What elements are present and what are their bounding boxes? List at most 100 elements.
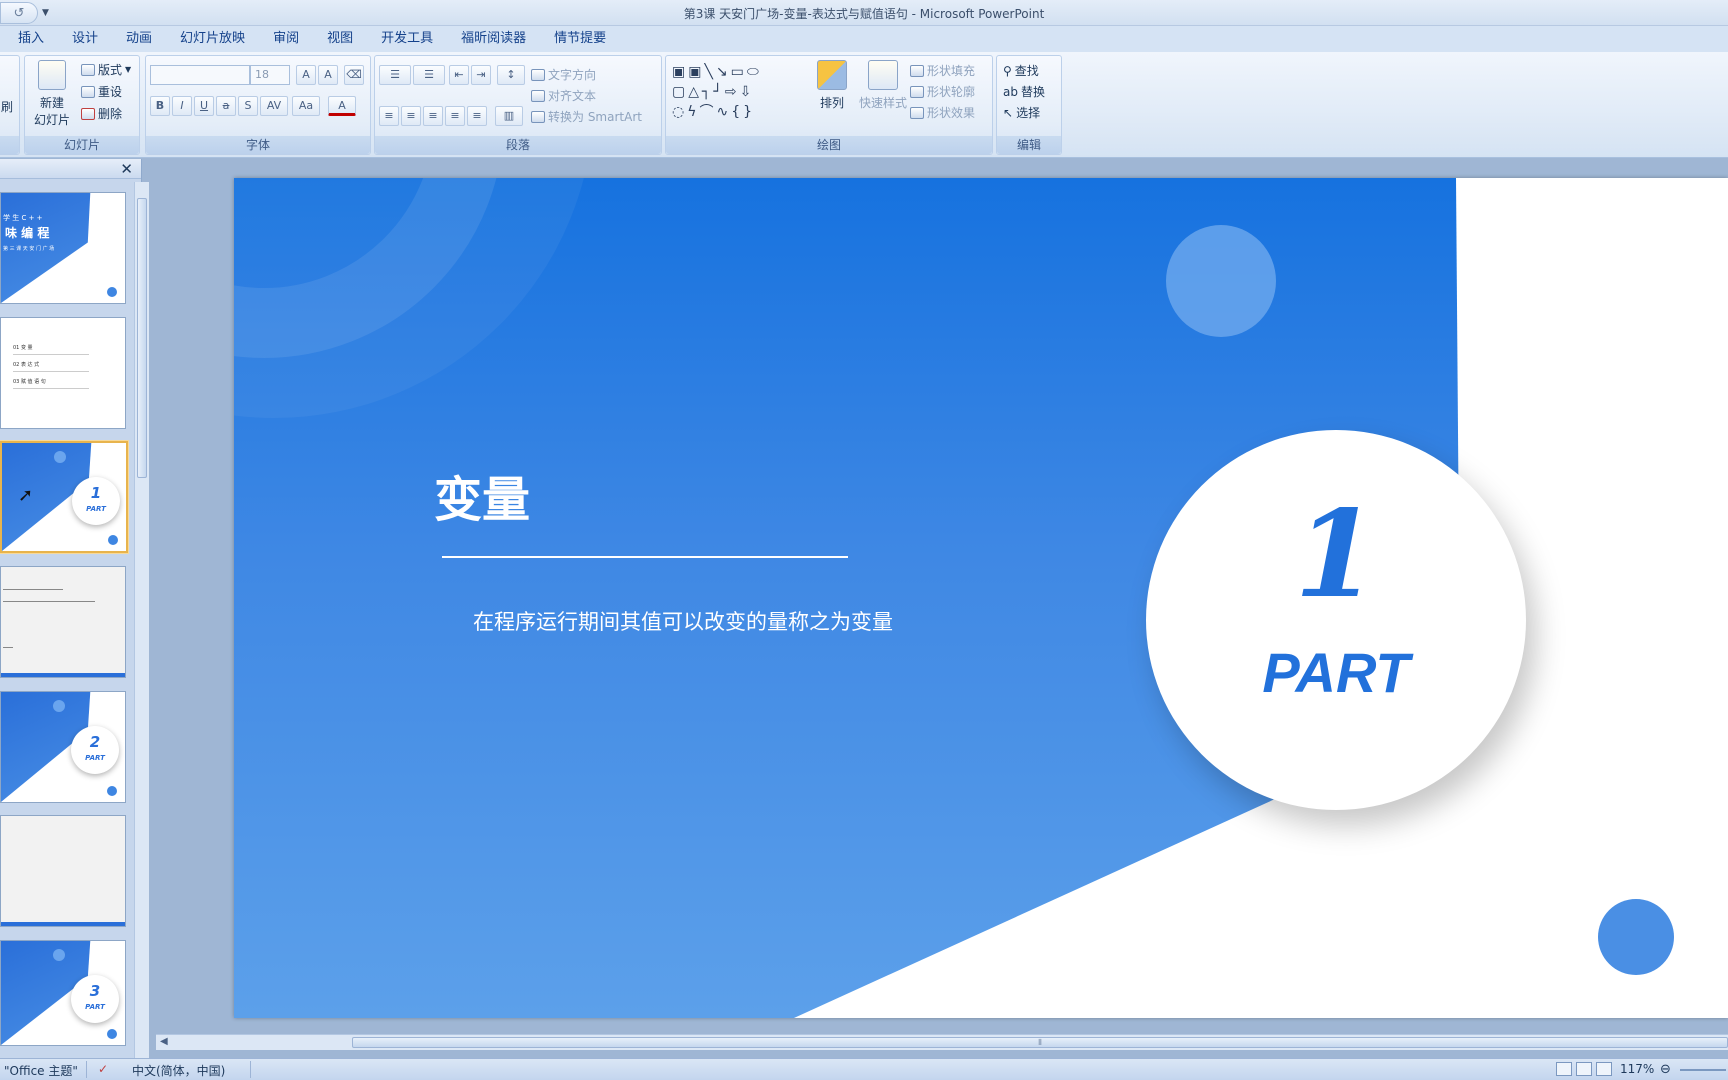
tab-storyboard[interactable]: 情节提要 — [540, 26, 620, 52]
distributed-icon[interactable]: ≡ — [467, 106, 487, 126]
thumb5-part-circle: 2 PART — [71, 726, 119, 774]
slide-thumbnail-3[interactable]: 1 PART ➚ — [0, 441, 128, 553]
numbering-icon[interactable]: ☰ — [413, 65, 445, 85]
font-color-icon[interactable]: A — [328, 96, 356, 116]
spellcheck-icon[interactable]: ✓ — [98, 1062, 108, 1076]
arrange-button[interactable]: 排列 — [810, 60, 854, 111]
font-size-field[interactable]: 18 — [250, 65, 290, 85]
slide-heading[interactable]: 变量 — [434, 460, 530, 530]
strikethrough-icon[interactable]: a — [216, 96, 236, 116]
tab-design[interactable]: 设计 — [58, 26, 112, 52]
lightning-shape-icon[interactable]: ϟ — [687, 104, 699, 120]
wave-shape-icon[interactable]: ∿ — [716, 104, 731, 120]
align-right-icon[interactable]: ≡ — [423, 106, 443, 126]
new-slide-button[interactable]: 新建 幻灯片 — [27, 60, 77, 128]
shape-effects-button[interactable]: 形状效果 — [910, 104, 975, 121]
oval-shape-icon[interactable]: ⬭ — [747, 64, 762, 80]
slide-sorter-view-icon[interactable] — [1576, 1062, 1592, 1076]
bullets-icon[interactable]: ☰ — [379, 65, 411, 85]
tab-developer[interactable]: 开发工具 — [367, 26, 447, 52]
normal-view-icon[interactable] — [1556, 1062, 1572, 1076]
align-center-icon[interactable]: ≡ — [401, 106, 421, 126]
tab-slideshow[interactable]: 幻灯片放映 — [166, 26, 259, 52]
slide-thumbnail-1[interactable]: 学 生 C + + 味 编 程 第 三 课 天 安 门 广 场 — [0, 192, 126, 304]
close-pane-icon[interactable]: ✕ — [120, 160, 133, 178]
quick-styles-button[interactable]: 快速样式 — [856, 60, 910, 111]
select-button[interactable]: ↖ 选择 — [1003, 104, 1040, 121]
slide-thumbnail-5[interactable]: 2 PART — [0, 691, 126, 803]
zoom-level[interactable]: 117% — [1620, 1062, 1654, 1076]
tab-view[interactable]: 视图 — [313, 26, 367, 52]
right-brace-shape-icon[interactable]: } — [743, 104, 755, 120]
justify-icon[interactable]: ≡ — [445, 106, 465, 126]
freeform-shape-icon[interactable]: ◌ — [672, 104, 687, 120]
find-label: 查找 — [1014, 64, 1039, 78]
vtextbox-shape-icon[interactable]: ▣ — [688, 64, 704, 80]
left-brace-shape-icon[interactable]: { — [731, 104, 743, 120]
find-button[interactable]: ⚲ 查找 — [1003, 62, 1039, 79]
part-circle[interactable]: 1 PART — [1146, 430, 1526, 810]
textbox-shape-icon[interactable]: ▣ — [672, 64, 688, 80]
slide-subtitle[interactable]: 在程序运行期间其值可以改变的量称之为变量 — [473, 606, 893, 636]
align-left-icon[interactable]: ≡ — [379, 106, 399, 126]
rounded-rect-shape-icon[interactable]: ▢ — [672, 84, 688, 100]
increase-indent-icon[interactable]: ⇥ — [471, 65, 491, 85]
down-arrow-shape-icon[interactable]: ⇩ — [740, 84, 755, 100]
tab-insert[interactable]: 插入 — [0, 26, 58, 52]
font-name-field[interactable] — [150, 65, 250, 85]
slides-group: 新建 幻灯片 版式 ▼ 重设 删除 幻灯片 — [24, 55, 140, 155]
shape-outline-button[interactable]: 形状轮廓 — [910, 83, 975, 100]
reset-button[interactable]: 重设 — [81, 83, 122, 100]
arrow-shape-icon[interactable]: ↘ — [716, 64, 731, 80]
convert-smartart-button[interactable]: 转换为 SmartArt — [531, 108, 642, 125]
shrink-font-icon[interactable]: A — [318, 65, 338, 85]
rectangle-shape-icon[interactable]: ▭ — [731, 64, 747, 80]
shadow-icon[interactable]: S — [238, 96, 258, 116]
shape-fill-button[interactable]: 形状填充 — [910, 62, 975, 79]
status-bar: "Office 主题" ✓ 中文(简体，中国) 117% ⊖ — [0, 1058, 1728, 1080]
arc-shape-icon[interactable]: ⌒ — [699, 104, 716, 120]
connector-shape-icon[interactable]: ┐ — [702, 84, 713, 100]
elbow-shape-icon[interactable]: ┘ — [713, 84, 724, 100]
change-case-icon[interactable]: Aa — [292, 96, 320, 116]
slide-thumbnail-4[interactable] — [0, 566, 126, 678]
clear-format-icon[interactable]: ⌫ — [344, 65, 364, 85]
decrease-indent-icon[interactable]: ⇤ — [449, 65, 469, 85]
align-text-button[interactable]: 对齐文本 — [531, 87, 596, 104]
slide-thumbnail-7[interactable]: 3 PART — [0, 940, 126, 1046]
tab-animations[interactable]: 动画 — [112, 26, 166, 52]
replace-button[interactable]: ab 替换 — [1003, 83, 1045, 100]
slide-thumbnail-6[interactable] — [0, 815, 126, 927]
slide-canvas[interactable]: 变量 在程序运行期间其值可以改变的量称之为变量 1 PART — [234, 178, 1728, 1018]
bold-icon[interactable]: B — [150, 96, 170, 116]
slides-pane-scroll-thumb[interactable] — [137, 198, 147, 478]
text-direction-button[interactable]: 文字方向 — [531, 66, 596, 83]
shape-outline-icon — [910, 85, 924, 98]
italic-icon[interactable]: I — [172, 96, 192, 116]
line-spacing-icon[interactable]: ↕ — [497, 65, 525, 85]
format-painter-label[interactable]: 刷 — [1, 98, 13, 115]
underline-icon[interactable]: U — [194, 96, 214, 116]
zoom-out-icon[interactable]: ⊖ — [1660, 1062, 1671, 1077]
columns-icon[interactable]: ▥ — [495, 106, 523, 126]
decorative-bottom-circle — [1598, 899, 1674, 975]
right-arrow-shape-icon[interactable]: ⇨ — [725, 84, 740, 100]
char-spacing-icon[interactable]: AV — [260, 96, 288, 116]
slide-thumbnail-2[interactable]: 01 变 量 02 表 达 式 03 赋 值 语 句 — [0, 317, 126, 429]
zoom-slider[interactable] — [1680, 1069, 1726, 1071]
grow-font-icon[interactable]: A — [296, 65, 316, 85]
triangle-shape-icon[interactable]: △ — [688, 84, 702, 100]
slideshow-view-icon[interactable] — [1596, 1062, 1612, 1076]
shape-fill-icon — [910, 64, 924, 77]
horizontal-scrollbar[interactable]: ◀ ⦀ — [156, 1034, 1728, 1050]
slides-pane-scrollbar[interactable] — [134, 182, 149, 1058]
language-indicator[interactable]: 中文(简体，中国) — [132, 1062, 225, 1079]
scroll-left-icon[interactable]: ◀ — [160, 1036, 168, 1047]
tab-review[interactable]: 审阅 — [259, 26, 313, 52]
tab-foxit-reader[interactable]: 福昕阅读器 — [447, 26, 540, 52]
horizontal-scroll-thumb[interactable]: ⦀ — [352, 1037, 1728, 1048]
delete-button[interactable]: 删除 — [81, 105, 122, 122]
shapes-gallery[interactable]: ▣▣╲↘▭⬭ ▢△┐┘⇨⇩ ◌ϟ⌒∿{} — [672, 62, 802, 124]
line-shape-icon[interactable]: ╲ — [704, 64, 715, 80]
layout-button[interactable]: 版式 ▼ — [81, 61, 131, 78]
